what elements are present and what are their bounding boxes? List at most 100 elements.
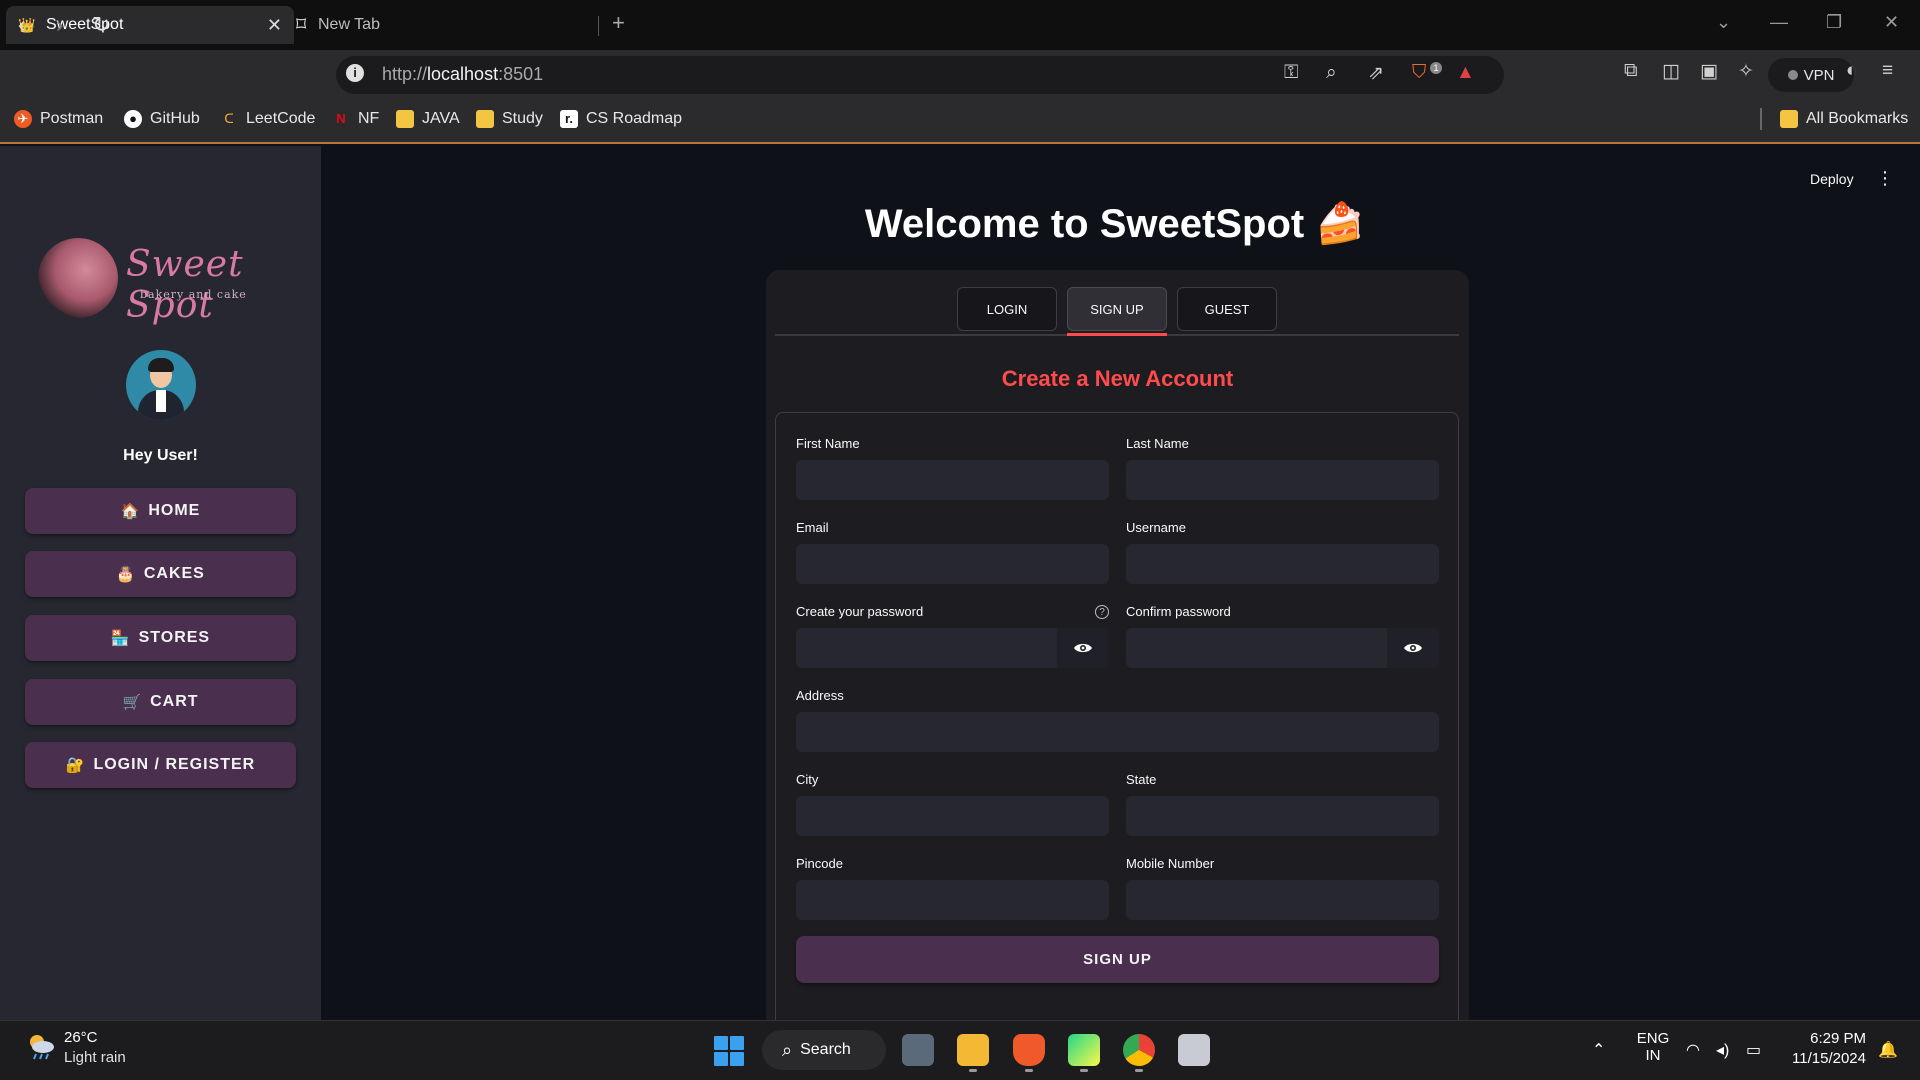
sidebar-item-label: HOME [148, 502, 201, 519]
sweet-spot-logo: Sweet Spot bakery and cake [38, 238, 288, 326]
show-confirm-password-eye-icon[interactable] [1387, 628, 1439, 668]
sidebar-item-stores[interactable]: 🏪 STORES [25, 615, 296, 661]
minimize-icon[interactable]: — [1770, 12, 1788, 33]
clock-date[interactable]: 11/15/2024 [1785, 1050, 1866, 1067]
taskbar-search[interactable]: ⌕ Search [762, 1030, 886, 1070]
leo-ai-icon[interactable]: ✧ [1738, 60, 1754, 83]
city-label: City [796, 772, 819, 787]
tab-login[interactable]: LOGIN [957, 287, 1057, 331]
more-options-icon[interactable]: ⋮ [1876, 168, 1894, 189]
extensions-icon[interactable]: ⧉ [1624, 60, 1638, 82]
email-field[interactable] [796, 544, 1109, 584]
running-indicator [969, 1069, 977, 1072]
address-field[interactable] [796, 712, 1439, 752]
brave-browser-icon[interactable] [1013, 1034, 1045, 1066]
folder-icon [396, 110, 414, 128]
restore-icon[interactable]: ❐ [1826, 12, 1842, 33]
bookmark-nf[interactable]: N NF [332, 110, 379, 128]
lock-icon: 🔐 [65, 757, 86, 774]
first-name-field[interactable] [796, 460, 1109, 500]
browser-tab-sweetspot[interactable]: 👑 SweetSpot ✕ [6, 6, 294, 44]
last-name-field[interactable] [1126, 460, 1439, 500]
task-view-icon[interactable] [902, 1034, 934, 1066]
state-field[interactable] [1126, 796, 1439, 836]
tab-sign-up[interactable]: SIGN UP [1067, 287, 1167, 331]
pincode-label: Pincode [796, 856, 843, 871]
clock-time[interactable]: 6:29 PM [1810, 1030, 1866, 1047]
avatar-hair [148, 358, 174, 372]
volume-icon[interactable]: ◂) [1716, 1040, 1729, 1060]
tab-list-chevron-icon[interactable]: ⌄ [1716, 12, 1731, 33]
profile-icon[interactable]: ◐ [1846, 60, 1857, 82]
all-bookmarks[interactable]: All Bookmarks [1780, 110, 1908, 128]
notification-bell-icon[interactable]: 🔔 [1878, 1040, 1898, 1060]
address-label: Address [796, 688, 844, 703]
weather-rain-icon[interactable] [26, 1030, 56, 1060]
state-label: State [1126, 772, 1157, 787]
tab-title: New Tab [318, 16, 380, 33]
sidebar-item-label: CART [150, 693, 199, 710]
bookmark-leetcode[interactable]: ᑕ LeetCode [220, 110, 315, 128]
battery-icon[interactable]: ▭ [1746, 1040, 1761, 1060]
bookmark-java[interactable]: JAVA [396, 110, 460, 128]
username-field[interactable] [1126, 544, 1439, 584]
back-icon[interactable]: ‹ [18, 12, 25, 38]
sidebar-toggle-icon[interactable]: ◫ [1662, 60, 1680, 83]
bookmark-label: GitHub [150, 110, 200, 127]
url-text[interactable]: http://localhost:8501 [382, 64, 543, 85]
temperature[interactable]: 26°C [64, 1029, 98, 1046]
zoom-icon[interactable]: ⌕ [1326, 62, 1337, 84]
username-label: Username [1126, 520, 1186, 535]
reload-icon[interactable]: ↻ [92, 12, 110, 38]
file-explorer-icon[interactable] [957, 1034, 989, 1066]
snipping-tool-icon[interactable] [1178, 1034, 1210, 1066]
language-indicator[interactable]: ENG IN [1636, 1030, 1670, 1064]
close-window-icon[interactable]: ✕ [1884, 12, 1899, 33]
sidebar-item-login-register[interactable]: 🔐 LOGIN / REGISTER [25, 742, 296, 788]
vpn-status-icon [1787, 70, 1798, 80]
wallet-icon[interactable]: ▣ [1700, 60, 1718, 83]
bookmarks-divider [1760, 108, 1762, 130]
weather-condition[interactable]: Light rain [64, 1049, 126, 1066]
browser-tab-new[interactable]: New Tab [306, 6, 596, 44]
close-tab-icon[interactable]: ✕ [267, 15, 282, 36]
new-tab-plus-icon[interactable]: + [612, 10, 625, 36]
sign-up-button[interactable]: SIGN UP [796, 936, 1439, 983]
running-indicator [1080, 1069, 1088, 1072]
bookmark-cs-roadmap[interactable]: r. CS Roadmap [560, 110, 682, 128]
help-question-icon[interactable]: ? [1095, 605, 1109, 619]
brave-rewards-icon[interactable]: ▲ [1456, 62, 1475, 84]
page-title: Welcome to SweetSpot 🍰 [864, 202, 1366, 246]
show-password-eye-icon[interactable] [1057, 628, 1109, 668]
bookmark-label: LeetCode [246, 110, 316, 127]
password-key-icon[interactable]: ⚿ [1284, 62, 1298, 84]
store-icon: 🏪 [110, 630, 131, 647]
bookmark-icon[interactable]: ⌑ [296, 12, 306, 37]
site-info-icon[interactable]: i [346, 64, 364, 82]
deploy-button[interactable]: Deploy [1810, 171, 1854, 187]
menu-hamburger-icon[interactable]: ≡ [1882, 60, 1893, 82]
forward-icon[interactable]: › [56, 12, 63, 38]
mobile-number-field[interactable] [1126, 880, 1439, 920]
pincode-field[interactable] [796, 880, 1109, 920]
tab-divider [598, 16, 599, 36]
chrome-icon[interactable] [1123, 1034, 1155, 1066]
sidebar-item-cakes[interactable]: 🎂 CAKES [25, 551, 296, 597]
pycharm-icon[interactable] [1068, 1034, 1100, 1066]
show-hidden-icons-chevron-icon[interactable]: ⌃ [1592, 1040, 1605, 1060]
share-icon[interactable]: ⇗ [1368, 62, 1384, 85]
city-field[interactable] [796, 796, 1109, 836]
email-label: Email [796, 520, 829, 535]
bookmark-postman[interactable]: ✈ Postman [14, 110, 103, 128]
sidebar-item-home[interactable]: 🏠 HOME [25, 488, 296, 534]
folder-icon [1780, 110, 1798, 128]
tab-guest[interactable]: GUEST [1177, 287, 1277, 331]
vpn-button[interactable]: VPN [1768, 58, 1854, 92]
sidebar-item-cart[interactable]: 🛒 CART [25, 679, 296, 725]
brave-shield-icon[interactable]: ⛉ [1412, 62, 1426, 84]
bookmark-study[interactable]: Study [476, 110, 543, 128]
avatar [126, 350, 196, 420]
bookmark-github[interactable]: ● GitHub [124, 110, 200, 128]
windows-start-icon[interactable] [714, 1036, 744, 1066]
wifi-icon[interactable]: ◠ [1686, 1040, 1700, 1060]
